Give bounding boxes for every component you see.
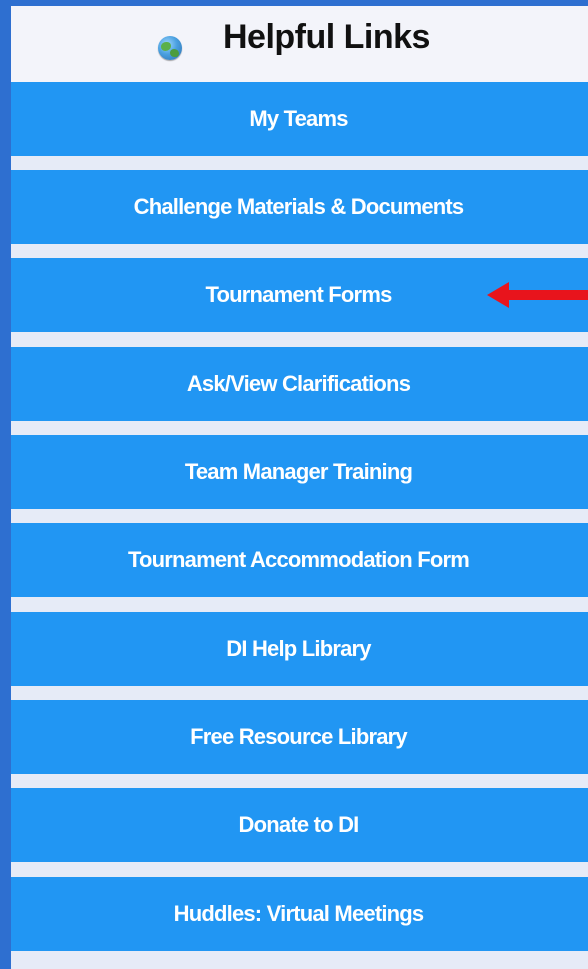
link-donate-to-di[interactable]: Donate to DI [11,788,588,862]
red-arrow-left-icon [487,282,588,308]
link-label: Challenge Materials & Documents [133,194,465,219]
globe-icon [158,36,182,60]
link-di-help-library[interactable]: DI Help Library [11,612,588,686]
panel-header: Helpful Links [11,6,588,82]
link-label: Donate to DI [238,812,360,837]
link-my-teams[interactable]: My Teams [11,82,588,156]
link-free-resource-library[interactable]: Free Resource Library [11,700,588,774]
panel-title: Helpful Links [223,18,430,56]
link-challenge-materials[interactable]: Challenge Materials & Documents [11,170,588,244]
link-huddles-virtual-meetings[interactable]: Huddles: Virtual Meetings [11,877,588,951]
link-team-manager-training[interactable]: Team Manager Training [11,435,588,509]
link-label: Huddles: Virtual Meetings [173,901,425,926]
link-label: DI Help Library [226,636,371,661]
link-label: Team Manager Training [184,459,413,484]
link-label: Tournament Accommodation Form [127,547,470,572]
link-label: Tournament Forms [205,282,392,307]
link-label: My Teams [249,106,348,131]
link-ask-view-clarifications[interactable]: Ask/View Clarifications [11,347,588,421]
link-tournament-accommodation-form[interactable]: Tournament Accommodation Form [11,523,588,597]
helpful-links-panel: Helpful Links My Teams Challenge Materia… [0,0,588,969]
link-label: Free Resource Library [190,724,408,749]
link-label: Ask/View Clarifications [186,371,411,396]
